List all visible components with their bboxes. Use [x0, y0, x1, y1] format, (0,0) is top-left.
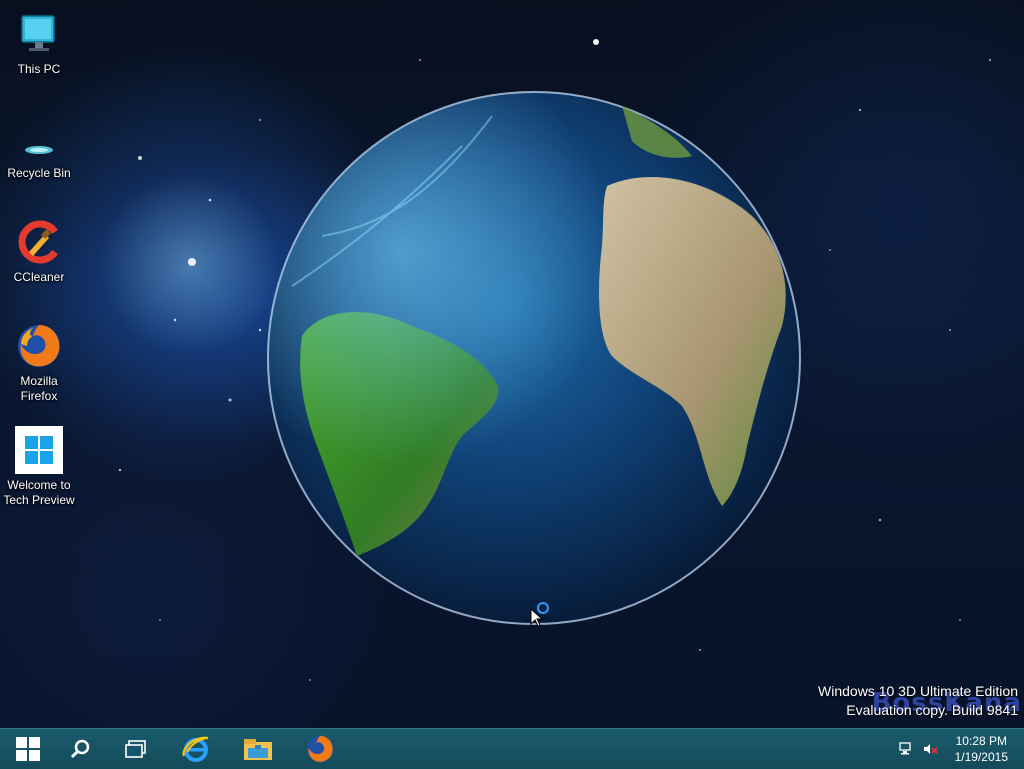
network-icon[interactable]: [898, 741, 914, 757]
clock-date: 1/19/2015: [954, 750, 1008, 764]
file-explorer-icon: [244, 739, 272, 760]
taskbar: 10:28 PM 1/19/2015: [0, 728, 1024, 769]
desktop-icon-ccleaner[interactable]: CCleaner: [0, 212, 78, 285]
volume-muted-icon[interactable]: [922, 741, 938, 757]
desktop-icon-label: Welcome to Tech Preview: [3, 478, 75, 507]
taskbar-clock[interactable]: 10:28 PM 1/19/2015: [955, 733, 1008, 765]
edition-line: Windows 10 3D Ultimate Edition: [818, 683, 1018, 699]
task-view-button[interactable]: [108, 729, 164, 769]
ccleaner-icon: [15, 218, 63, 266]
earth-globe: [267, 91, 801, 625]
search-icon: [70, 739, 90, 759]
taskbar-firefox[interactable]: [292, 729, 348, 769]
windows-logo-icon: [15, 426, 63, 474]
desktop-icon-label: Mozilla Firefox: [20, 374, 58, 403]
task-view-icon: [125, 740, 146, 758]
firefox-icon: [15, 322, 63, 370]
desktop-icon-label: CCleaner: [13, 270, 65, 284]
monitor-icon: [15, 10, 63, 58]
firefox-icon: [306, 735, 334, 763]
taskbar-internet-explorer[interactable]: [168, 729, 224, 769]
edition-watermark: Windows 10 3D Ultimate Edition Evaluatio…: [818, 682, 1018, 720]
clock-time: 10:28 PM: [955, 734, 1007, 748]
internet-explorer-icon: [182, 736, 209, 762]
desktop-icon-firefox[interactable]: Mozilla Firefox: [0, 316, 78, 404]
desktop-icon-label: This PC: [17, 62, 61, 76]
desktop-icon-this-pc[interactable]: This PC: [0, 4, 78, 77]
desktop-icon-label: Recycle Bin: [7, 166, 71, 180]
search-button[interactable]: [52, 729, 108, 769]
taskbar-file-explorer[interactable]: [230, 729, 286, 769]
start-icon: [16, 737, 40, 761]
desktop-icon-recycle-bin[interactable]: Recycle Bin: [0, 108, 78, 181]
build-line: Evaluation copy. Build 9841: [846, 702, 1018, 718]
desktop-icon-welcome[interactable]: Welcome to Tech Preview: [0, 420, 78, 508]
start-button[interactable]: [0, 729, 56, 769]
mouse-cursor-icon: [530, 608, 544, 627]
recycle-bin-icon: [15, 114, 63, 162]
